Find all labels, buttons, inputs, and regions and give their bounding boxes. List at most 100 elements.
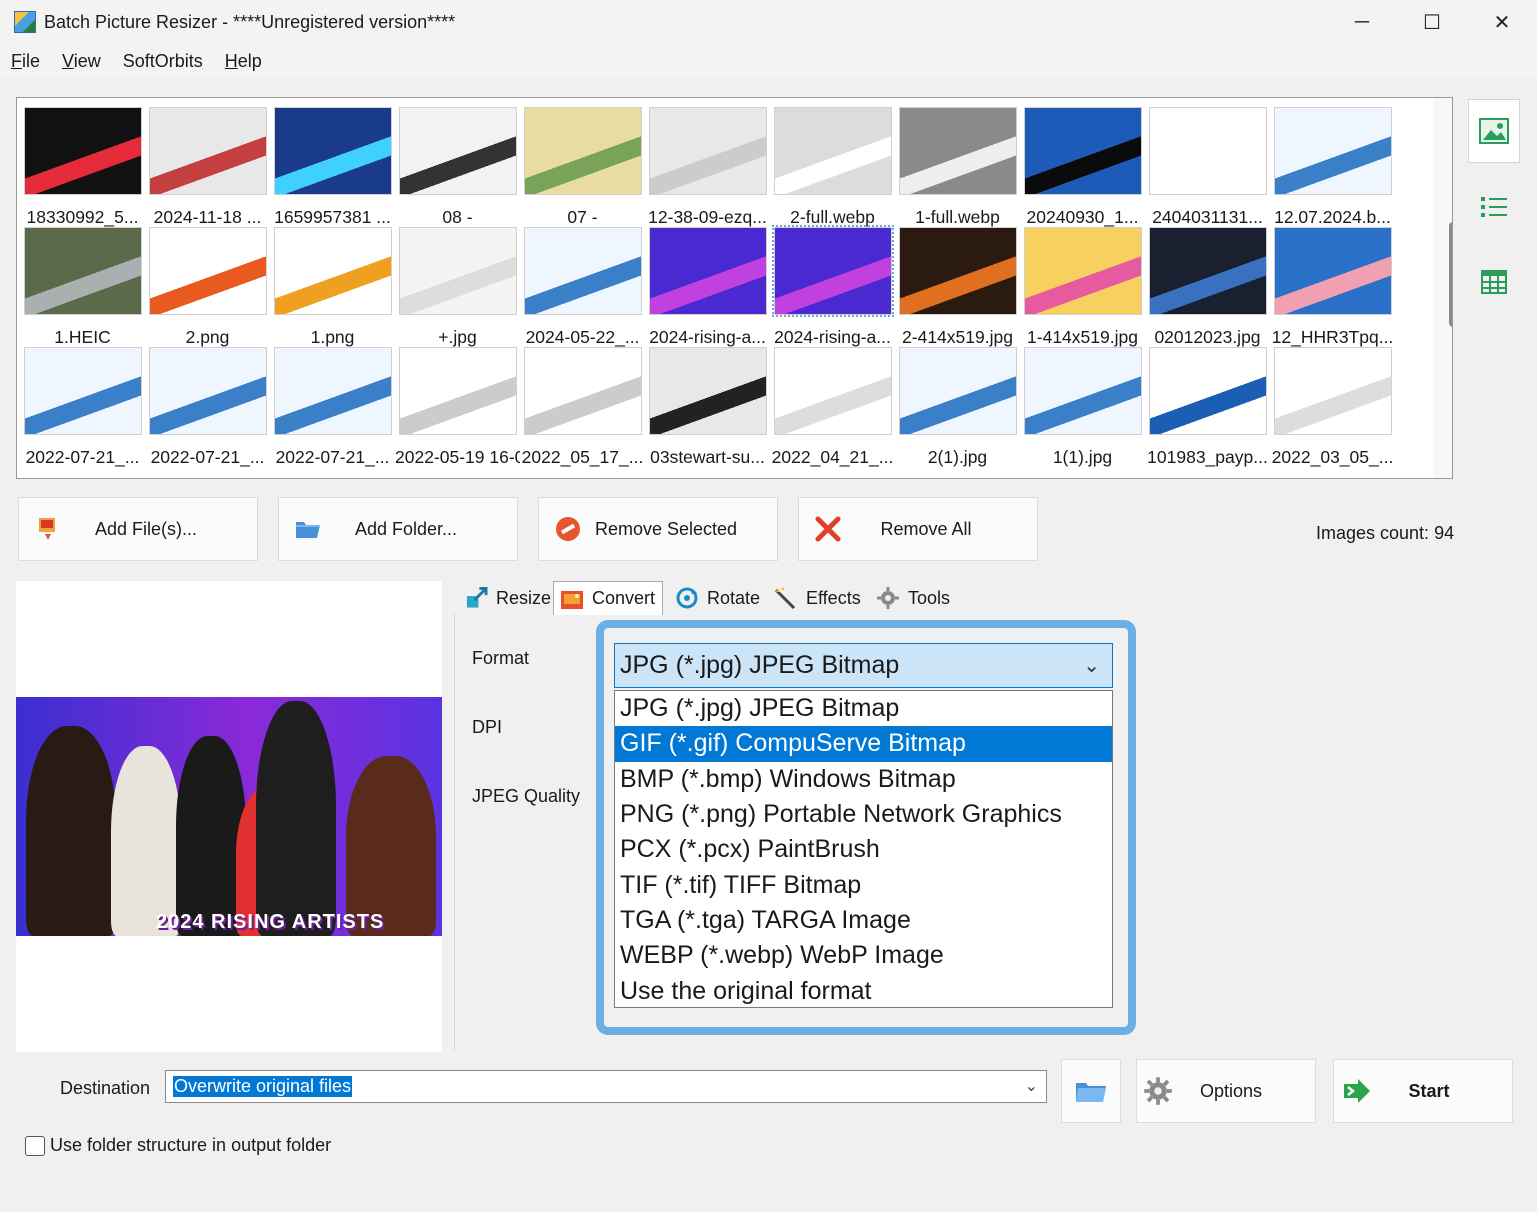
thumbnail-item[interactable]: 03stewart-su...: [645, 343, 770, 467]
thumbnail-item[interactable]: 1659957381 ...: [270, 103, 395, 227]
format-option[interactable]: TGA (*.tga) TARGA Image: [615, 903, 1112, 938]
thumbnail-item[interactable]: 12_HHR3Tpq...: [1270, 223, 1395, 347]
list-view-button[interactable]: [1468, 175, 1520, 239]
tab-effects[interactable]: Effects: [768, 581, 868, 615]
thumbnail-item[interactable]: 12-38-09-ezq...: [645, 103, 770, 227]
thumbnail-image: [24, 227, 142, 315]
thumbnail-item[interactable]: 2(1).jpg: [895, 343, 1020, 467]
tab-rotate[interactable]: Rotate: [669, 581, 765, 615]
format-select[interactable]: JPG (*.jpg) JPEG Bitmap ⌄: [614, 643, 1113, 688]
table-icon: [1481, 270, 1507, 294]
add-file-icon: [39, 518, 55, 540]
thumbnail-item[interactable]: 101983_payp...: [1145, 343, 1270, 467]
thumbnail-item[interactable]: 2022_05_17_...: [520, 343, 645, 467]
thumbnail-image: [399, 347, 517, 435]
thumbnail-item[interactable]: 02012023.jpg: [1145, 223, 1270, 347]
format-option[interactable]: Use the original format: [615, 973, 1112, 1008]
options-label: Options: [1199, 1080, 1263, 1101]
format-option[interactable]: TIF (*.tif) TIFF Bitmap: [615, 867, 1112, 902]
thumbnail-item[interactable]: 2-414x519.jpg: [895, 223, 1020, 347]
use-folder-structure-checkbox[interactable]: [25, 1136, 45, 1156]
gear-icon: [1144, 1077, 1172, 1105]
thumbnail-item[interactable]: 2022_03_05_...: [1270, 343, 1395, 467]
options-button[interactable]: Options: [1136, 1059, 1316, 1123]
thumbnail-label: 03stewart-su...: [650, 447, 765, 467]
thumbnail-item[interactable]: 2024-05-22_...: [520, 223, 645, 347]
thumbnail-item[interactable]: 2022-07-21_...: [20, 343, 145, 467]
remove-all-button[interactable]: Remove All: [798, 497, 1038, 561]
thumbnail-item[interactable]: 2-full.webp: [770, 103, 895, 227]
thumbnail-item[interactable]: 08 -: [395, 103, 520, 227]
tab-tools[interactable]: Tools: [870, 581, 956, 615]
destination-select[interactable]: Overwrite original files ⌄: [165, 1070, 1047, 1103]
thumbnail-view-button[interactable]: [1468, 99, 1520, 163]
thumbnail-item[interactable]: 1(1).jpg: [1020, 343, 1145, 467]
image-icon: [1479, 118, 1509, 144]
remove-all-label: Remove All: [880, 518, 972, 539]
window-title: Batch Picture Resizer - ****Unregistered…: [44, 11, 456, 32]
thumbnail-item[interactable]: 2022-07-21_...: [145, 343, 270, 467]
thumbnail-item[interactable]: 1.png: [270, 223, 395, 347]
maximize-button[interactable]: ☐: [1397, 0, 1467, 44]
start-button[interactable]: Start: [1333, 1059, 1513, 1123]
menu-file[interactable]: File: [0, 51, 51, 72]
remove-selected-button[interactable]: Remove Selected: [538, 497, 778, 561]
tab-convert[interactable]: Convert: [553, 581, 663, 615]
add-files-button[interactable]: Add File(s)...: [18, 497, 258, 561]
preview-figure: [256, 701, 336, 936]
thumbnail-item[interactable]: 2024-rising-a...: [770, 223, 895, 347]
minimize-button[interactable]: ─: [1327, 0, 1397, 44]
format-option[interactable]: JPG (*.jpg) JPEG Bitmap: [615, 691, 1112, 726]
browse-folder-button[interactable]: [1061, 1059, 1121, 1123]
thumbnail-image: [399, 227, 517, 315]
format-option[interactable]: GIF (*.gif) CompuServe Bitmap: [615, 726, 1112, 762]
thumbnail-image: [149, 107, 267, 195]
use-folder-structure-label: Use folder structure in output folder: [50, 1135, 332, 1155]
format-option[interactable]: WEBP (*.webp) WebP Image: [615, 938, 1112, 973]
thumbnail-image: [1149, 227, 1267, 315]
thumbnail-label: 1(1).jpg: [1052, 447, 1113, 467]
tab-resize[interactable]: Resize: [459, 581, 551, 615]
add-folder-button[interactable]: Add Folder...: [278, 497, 518, 561]
close-button[interactable]: ✕: [1467, 0, 1537, 44]
thumbnail-item[interactable]: 2024-11-18 ...: [145, 103, 270, 227]
thumbnail-item[interactable]: 18330992_5...: [20, 103, 145, 227]
format-option[interactable]: BMP (*.bmp) Windows Bitmap: [615, 762, 1112, 797]
thumbnail-item[interactable]: 07 -: [520, 103, 645, 227]
tools-icon: [877, 587, 899, 609]
destination-label: Destination: [60, 1078, 151, 1098]
menu-softorbits[interactable]: SoftOrbits: [112, 51, 214, 72]
thumbnail-item[interactable]: 1-414x519.jpg: [1020, 223, 1145, 347]
format-dropdown-list[interactable]: JPG (*.jpg) JPEG Bitmap GIF (*.gif) Compu…: [614, 690, 1113, 1008]
thumbnail-item[interactable]: 2.png: [145, 223, 270, 347]
tab-rotate-label: Rotate: [707, 587, 761, 608]
thumbnail-item[interactable]: 2022-05-19 16-05-50...: [395, 343, 520, 467]
scrollbar-thumb[interactable]: [1449, 222, 1452, 327]
thumbnail-image: [774, 107, 892, 195]
table-view-button[interactable]: [1468, 250, 1520, 314]
preview-banner-text: 2024 RISING ARTISTS: [156, 911, 385, 933]
menu-help[interactable]: Help: [214, 51, 273, 72]
thumbnail-item[interactable]: 12.07.2024.b...: [1270, 103, 1395, 227]
chevron-down-icon[interactable]: ⌄: [1025, 1076, 1038, 1096]
thumbnail-item[interactable]: 1-full.webp: [895, 103, 1020, 227]
format-option[interactable]: PCX (*.pcx) PaintBrush: [615, 832, 1112, 867]
thumbnail-item[interactable]: 2022_04_21_...: [770, 343, 895, 467]
remove-selected-label: Remove Selected: [594, 518, 738, 539]
menu-view[interactable]: View: [51, 51, 112, 72]
window-controls: ─ ☐ ✕: [1327, 0, 1537, 44]
thumbnail-item[interactable]: 2404031131...: [1145, 103, 1270, 227]
remove-all-icon: [815, 516, 841, 542]
format-option[interactable]: PNG (*.png) Portable Network Graphics: [615, 797, 1112, 832]
format-select-value: JPG (*.jpg) JPEG Bitmap: [620, 651, 900, 679]
thumbnail-item[interactable]: 2022-07-21_...: [270, 343, 395, 467]
thumbnail-item[interactable]: 1.HEIC: [20, 223, 145, 347]
thumbnail-grid[interactable]: 18330992_5... 2024-11-18 ... 1659957381 ..…: [16, 97, 1453, 479]
thumbnail-item[interactable]: 2024-rising-a...: [645, 223, 770, 347]
chevron-down-icon[interactable]: ⌄: [1083, 653, 1100, 678]
thumbnail-item[interactable]: +.jpg: [395, 223, 520, 347]
thumbnail-image: [1024, 347, 1142, 435]
images-count: Images count: 94: [1316, 523, 1455, 543]
thumbnail-item[interactable]: 20240930_1...: [1020, 103, 1145, 227]
thumbnail-label: 2022-07-21_...: [25, 447, 140, 467]
